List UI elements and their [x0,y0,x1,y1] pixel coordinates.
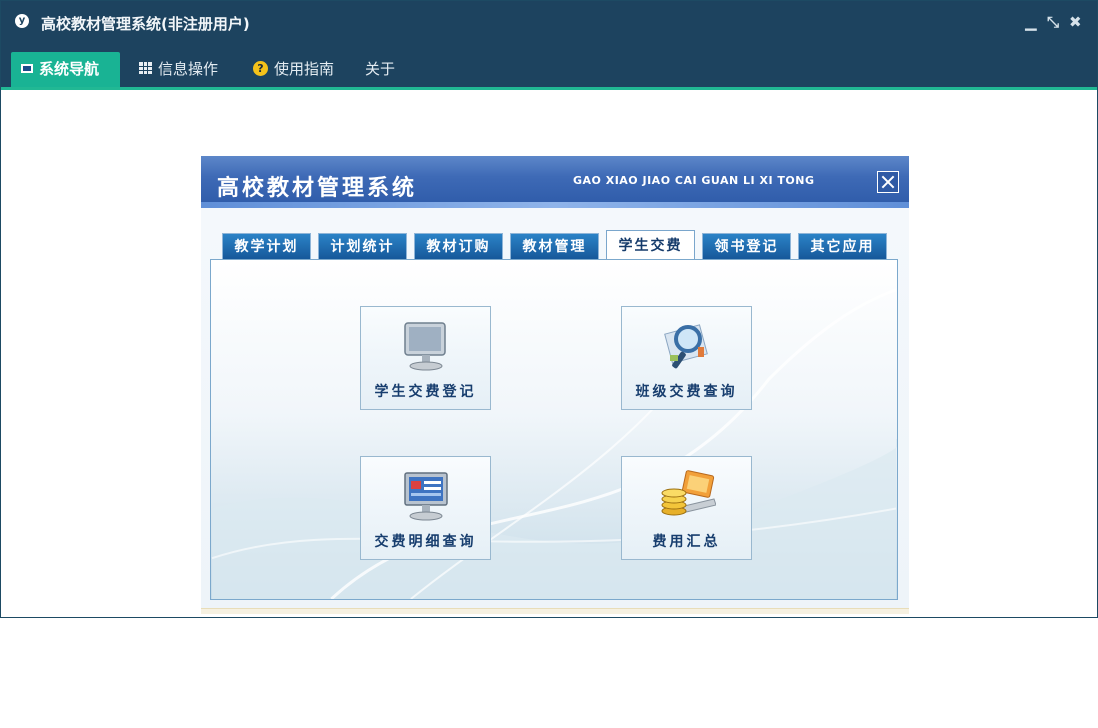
tab-info-ops[interactable]: 信息操作 [129,52,235,87]
magnifier-icon [664,324,708,369]
tile-label: 学生交费登记 [374,384,477,400]
tile-label: 交费明细查询 [374,534,477,550]
tab-textbook-manage[interactable]: 教材管理 [510,233,599,259]
fee-panel: 学生交费登记 班级交费查询 交费明细查询 费用汇总 [210,259,898,600]
monitor-icon [404,322,446,371]
dialog-subtitle: GAO XIAO JIAO CAI GUAN LI XI TONG [573,174,815,187]
tab-student-fee[interactable]: 学生交费 [606,230,695,260]
tab-teaching-plan[interactable]: 教学计划 [222,233,311,259]
app-title: 高校教材管理系统(非注册用户) [41,15,250,33]
background-swirl [211,288,897,599]
close-icon[interactable]: ✖ [1069,13,1082,31]
tab-other-apps[interactable]: 其它应用 [798,233,887,259]
tab-label: 关于 [365,60,396,78]
grid-icon [139,62,152,74]
tile-class-fee-query[interactable]: 班级交费查询 [621,306,752,410]
tab-user-guide[interactable]: ? 使用指南 [243,52,353,87]
tile-fee-detail-query[interactable]: 交费明细查询 [360,456,491,560]
tab-textbook-order[interactable]: 教材订购 [414,233,503,259]
dialog-title: 高校教材管理系统 [217,176,418,201]
dialog-tabs: 教学计划 计划统计 教材订购 教材管理 学生交费 领书登记 其它应用 [201,230,909,260]
app-logo-icon: y [15,14,29,28]
dialog-header: 高校教材管理系统 GAO XIAO JIAO CAI GUAN LI XI TO… [201,156,909,208]
tab-label: 系统导航 [39,60,100,78]
system-dialog: 高校教材管理系统 GAO XIAO JIAO CAI GUAN LI XI TO… [201,156,909,614]
monitor-icon [21,63,33,73]
help-icon: ? [253,60,268,76]
minimize-icon[interactable]: ▁ [1025,13,1037,31]
tab-label: 使用指南 [274,60,335,78]
tile-label: 费用汇总 [652,534,721,550]
tab-book-register[interactable]: 领书登记 [702,233,791,259]
tab-label: 信息操作 [158,60,219,78]
main-nav: 系统导航 信息操作 ? 使用指南 关于 [1,45,1097,90]
tab-system-nav[interactable]: 系统导航 [11,52,120,87]
dialog-close-icon[interactable] [877,171,899,193]
screen-report-icon [404,472,448,521]
tab-about[interactable]: 关于 [355,52,409,87]
tile-label: 班级交费查询 [635,384,738,400]
dialog-footer [201,608,909,614]
tile-fee-register[interactable]: 学生交费登记 [360,306,491,410]
tab-plan-stats[interactable]: 计划统计 [318,233,407,259]
coins-laptop-icon [661,470,716,516]
restore-icon[interactable]: ⤡ [1047,13,1059,31]
dialog-body: 教学计划 计划统计 教材订购 教材管理 学生交费 领书登记 其它应用 学生交费登… [201,208,909,608]
title-bar: y 高校教材管理系统(非注册用户) ▁ ⤡ ✖ [1,1,1097,45]
tile-fee-summary[interactable]: 费用汇总 [621,456,752,560]
app-window: y 高校教材管理系统(非注册用户) ▁ ⤡ ✖ 系统导航 信息操作 ? 使用指南 … [0,0,1098,618]
